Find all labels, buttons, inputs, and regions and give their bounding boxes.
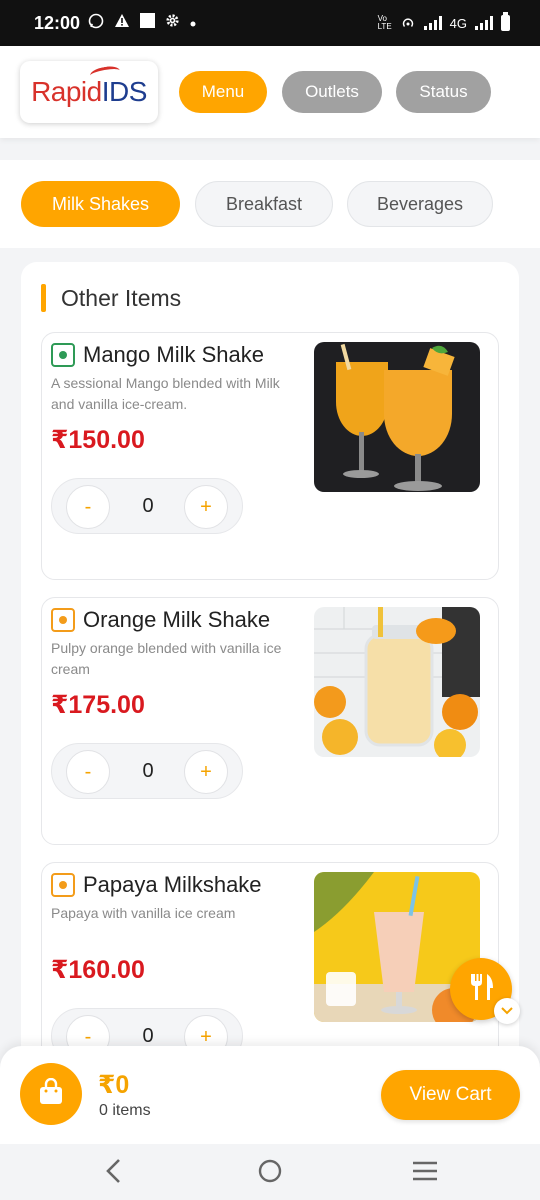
home-icon[interactable] [257,1158,283,1189]
hotspot-icon [400,15,416,32]
quantity-stepper: - 0 + [51,743,243,799]
settings-icon [165,13,180,33]
cart-item-count: 0 items [99,1102,151,1119]
nav-status-button[interactable]: Status [396,71,491,113]
section-title: Other Items [61,284,182,311]
cart-button[interactable] [20,1063,82,1125]
app-header: RapidIDS Menu Outlets Status [0,46,540,138]
item-price: ₹175.00 [51,691,145,719]
increase-button[interactable]: + [184,750,228,794]
chevron-down-icon [501,1002,513,1020]
back-icon[interactable] [104,1158,124,1189]
square-icon [140,13,156,33]
network-type: 4G [449,15,467,31]
status-time: 12:00 [34,12,81,33]
whatsapp-icon [88,13,104,34]
veg-indicator-icon [51,608,75,632]
cart-total: ₹0 [98,1071,130,1099]
volte-icon: Vo LTE [377,14,392,31]
item-price: ₹160.00 [51,956,145,984]
quantity-value: 0 [142,760,154,782]
nav-outlets-button[interactable]: Outlets [282,71,382,113]
cart-bar: ₹0 0 items View Cart [0,1046,540,1144]
item-description: A sessional Mango blended with Milk and … [51,375,280,412]
tab-milk-shakes[interactable]: Milk Shakes [21,181,180,227]
rapidids-logo[interactable]: RapidIDS [20,61,158,123]
section-header: Other Items [41,284,181,312]
menu-item-card: Mango Milk Shake A sessional Mango blend… [41,332,499,580]
category-tabs: Milk Shakes Breakfast Beverages [0,160,540,248]
mango-shake-image [314,342,480,492]
item-price: ₹150.00 [51,426,145,454]
menu-item-card: Papaya Milkshake Papaya with vanilla ice… [41,862,499,1062]
tab-breakfast[interactable]: Breakfast [195,181,333,227]
veg-indicator-icon [51,343,75,367]
battery-icon [501,12,510,31]
veg-indicator-icon [51,873,75,897]
notification-dot-icon [190,14,196,32]
decrease-button[interactable]: - [66,750,110,794]
increase-button[interactable]: + [184,485,228,529]
recents-icon[interactable] [412,1158,438,1189]
signal-icon [423,16,442,30]
item-name: Mango Milk Shake [83,342,264,367]
quantity-stepper: - 0 + [51,478,243,534]
view-cart-button[interactable]: View Cart [381,1070,520,1120]
item-description: Pulpy orange blended with vanilla ice cr… [51,640,282,677]
section-accent-bar [41,284,46,312]
decrease-button[interactable]: - [66,485,110,529]
item-name: Papaya Milkshake [83,872,262,897]
shopping-bag-icon [38,1077,64,1111]
nav-menu-button[interactable]: Menu [179,71,267,113]
item-description: Papaya with vanilla ice cream [51,905,236,921]
signal-icon-2 [475,16,493,30]
fork-knife-icon [467,972,495,1007]
quantity-value: 0 [142,495,154,517]
item-name: Orange Milk Shake [83,607,271,632]
status-bar: 12:00 Vo LTE 4G [0,0,540,46]
menu-section-card: Other Items Mango Milk Shake A sessional… [21,262,519,1062]
menu-item-card: Orange Milk Shake Pulpy orange blended w… [41,597,499,845]
warning-icon [114,13,130,33]
orange-shake-image [314,607,480,757]
quantity-value: 0 [142,1025,154,1047]
tab-beverages[interactable]: Beverages [347,181,493,227]
system-nav-bar [0,1144,540,1200]
scroll-down-button[interactable] [494,998,520,1024]
logo-text: RapidIDS [31,76,147,107]
